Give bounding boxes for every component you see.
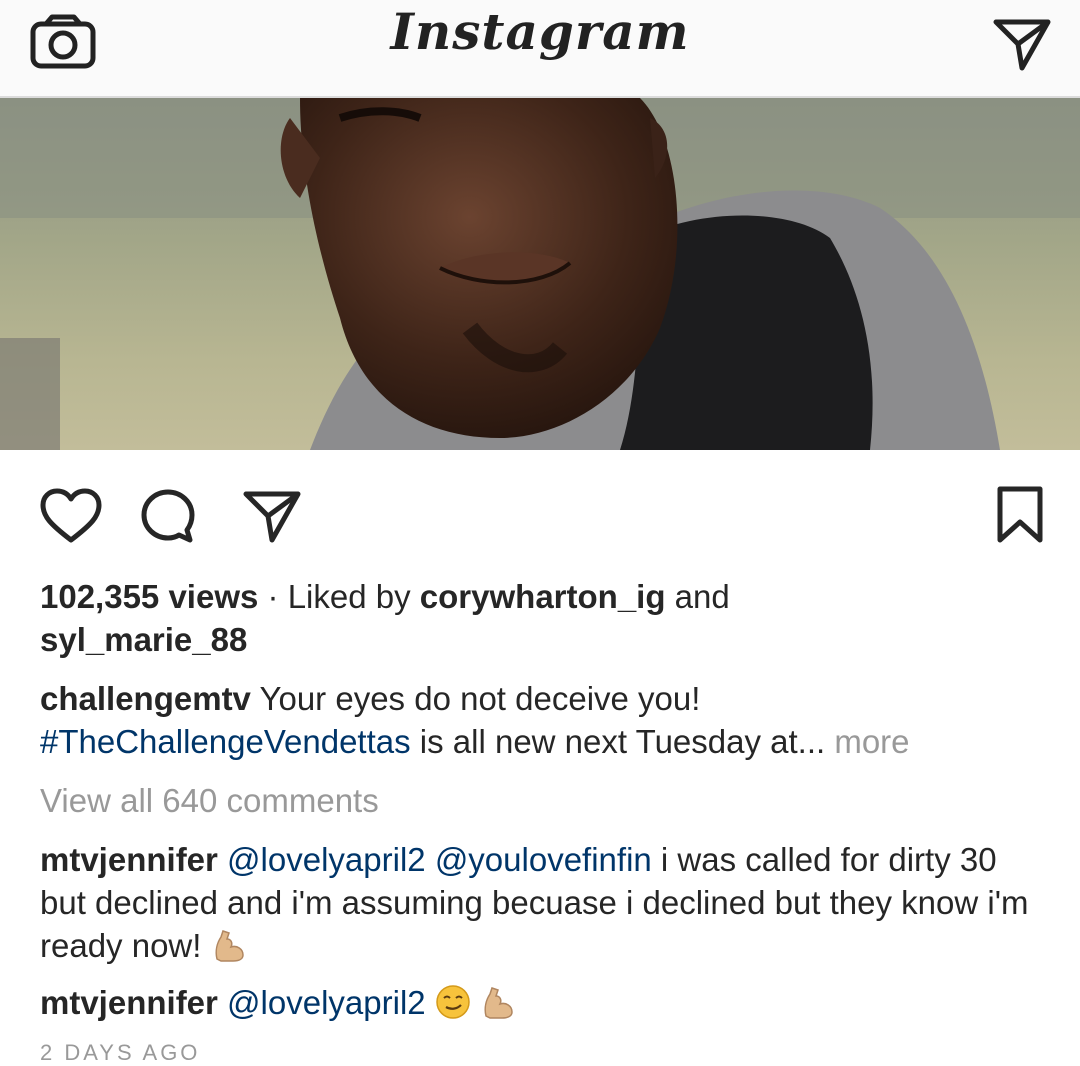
direct-message-icon[interactable] bbox=[992, 14, 1052, 74]
comment: mtvjennifer @lovelyapril2 @youlovefinfin… bbox=[40, 838, 1050, 967]
post-actions-bar bbox=[0, 470, 1080, 550]
views-count[interactable]: 102,355 views bbox=[40, 578, 258, 615]
heart-icon[interactable] bbox=[40, 488, 102, 544]
liked-by-prefix: Liked by bbox=[287, 578, 420, 615]
top-bar: Instagram bbox=[0, 0, 1080, 98]
flexed-biceps-icon bbox=[484, 987, 513, 1019]
liked-and: and bbox=[665, 578, 730, 615]
caption-username[interactable]: challengemtv bbox=[40, 680, 251, 717]
liked-user-link[interactable]: corywharton_ig bbox=[420, 578, 666, 615]
bookmark-icon[interactable] bbox=[996, 486, 1044, 544]
flexed-biceps-icon bbox=[215, 930, 244, 962]
post-caption: challengemtv Your eyes do not deceive yo… bbox=[40, 677, 1050, 763]
liked-user-link[interactable]: syl_marie_88 bbox=[40, 621, 247, 658]
comment-icon[interactable] bbox=[140, 488, 196, 544]
caption-hashtag[interactable]: #TheChallengeVendettas bbox=[40, 723, 411, 760]
post-photo-drawing bbox=[0, 98, 1080, 450]
view-all-comments-link[interactable]: View all 640 comments bbox=[40, 779, 379, 822]
app-logo: Instagram bbox=[390, 2, 690, 61]
post-timestamp: 2 DAYS AGO bbox=[40, 1040, 201, 1065]
caption-text: Your eyes do not deceive you! bbox=[250, 680, 701, 717]
likes-summary: 102,355 views · Liked by corywharton_ig … bbox=[40, 575, 1040, 661]
post-photo[interactable] bbox=[0, 98, 1080, 450]
caption-text: is all new next Tuesday at... bbox=[410, 723, 826, 760]
smirking-face-icon bbox=[436, 985, 470, 1019]
comment-username[interactable]: mtvjennifer bbox=[40, 841, 218, 878]
separator: · bbox=[258, 578, 288, 615]
comment: mtvjennifer @lovelyapril2 bbox=[40, 981, 1050, 1024]
comment-username[interactable]: mtvjennifer bbox=[40, 984, 218, 1021]
comment-mention[interactable]: @lovelyapril2 bbox=[227, 984, 426, 1021]
caption-more-link[interactable]: more bbox=[825, 723, 909, 760]
comment-mention[interactable]: @lovelyapril2 bbox=[227, 841, 426, 878]
share-icon[interactable] bbox=[242, 488, 302, 544]
comment-mention[interactable]: @youlovefinfin bbox=[435, 841, 652, 878]
